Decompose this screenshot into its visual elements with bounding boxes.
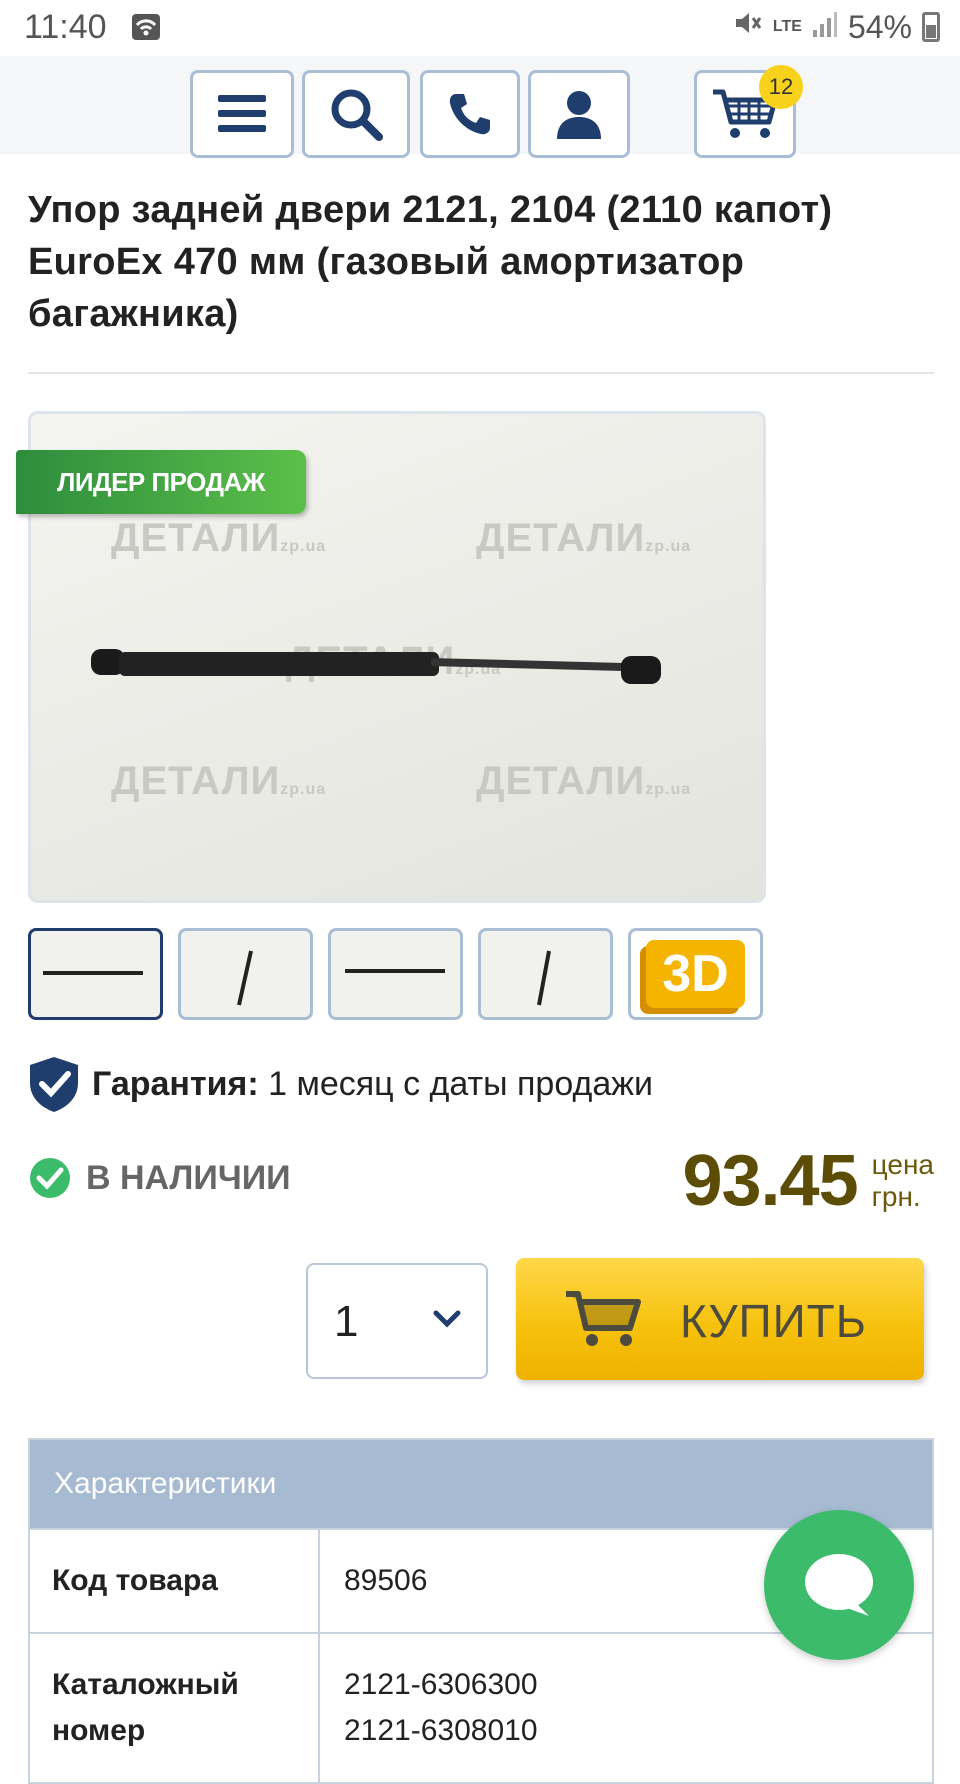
stock-status: В НАЛИЧИИ — [28, 1156, 291, 1200]
network-label: LTE — [772, 18, 802, 35]
watermark: ДЕТАЛИzp.ua — [111, 759, 327, 803]
cart-count-badge: 12 — [759, 65, 803, 109]
signal-icon — [812, 9, 838, 46]
spec-value: 2121-6306300 2121-6308010 — [344, 1668, 538, 1747]
account-button[interactable] — [528, 70, 630, 158]
search-icon — [331, 89, 383, 141]
status-time: 11:40 — [24, 8, 107, 46]
price-value: 93.45 — [682, 1141, 858, 1221]
bestseller-badge: ЛИДЕР ПРОДАЖ — [16, 450, 306, 514]
battery-icon — [922, 12, 940, 42]
guarantee-info: Гарантия: 1 месяц с даты продажи — [28, 1055, 653, 1113]
table-row: Каталожный номер 2121-6306300 2121-63080… — [30, 1632, 932, 1782]
chat-bubble-icon — [805, 1554, 873, 1616]
watermark: ДЕТАЛИzp.ua — [476, 759, 692, 803]
spec-key: Каталожный номер — [30, 1634, 320, 1782]
cart-icon — [566, 1291, 641, 1346]
buy-label: КУПИТЬ — [680, 1295, 867, 1347]
watermark: ДЕТАЛИzp.ua — [111, 516, 327, 560]
phone-icon — [449, 94, 490, 135]
shield-check-icon — [30, 1057, 78, 1112]
menu-button[interactable] — [190, 70, 294, 158]
gas-strut-image — [91, 649, 661, 684]
thumbnail-strip: 3D — [28, 928, 763, 1020]
price-block: 93.45 цена грн. — [682, 1140, 934, 1222]
status-bar: 11:40 LTE 54% — [0, 0, 960, 56]
buy-button[interactable]: КУПИТЬ — [516, 1258, 924, 1380]
cart-button[interactable]: 12 — [694, 65, 803, 158]
battery-percent: 54% — [847, 8, 912, 45]
specs-header: Характеристики — [30, 1440, 932, 1528]
thumbnail-1[interactable] — [28, 928, 163, 1020]
stock-label: В НАЛИЧИИ — [86, 1158, 291, 1197]
thumbnail-2[interactable] — [178, 928, 313, 1020]
guarantee-value: 1 месяц с даты продажи — [268, 1064, 653, 1103]
mute-icon — [733, 8, 763, 46]
quantity-value: 1 — [334, 1297, 359, 1346]
spec-value: 89506 — [344, 1564, 428, 1597]
thumbnail-4[interactable] — [478, 928, 613, 1020]
watermark: ДЕТАЛИzp.ua — [476, 516, 692, 560]
wifi-icon — [132, 14, 160, 40]
user-icon — [557, 91, 601, 139]
check-circle-icon — [30, 1158, 70, 1198]
menu-icon — [218, 95, 266, 132]
price-unit: цена грн. — [871, 1149, 934, 1212]
status-right: LTE 54% — [733, 8, 940, 46]
divider — [28, 372, 934, 374]
quantity-select[interactable]: 1 — [306, 1263, 488, 1379]
3d-icon: 3D — [646, 940, 745, 1008]
product-title: Упор задней двери 2121, 2104 (2110 капот… — [28, 189, 833, 335]
thumbnail-3d-view[interactable]: 3D — [628, 928, 763, 1020]
top-navigation: 12 — [0, 56, 960, 158]
guarantee-label: Гарантия: — [92, 1064, 259, 1103]
spec-key: Код товара — [30, 1530, 320, 1632]
thumbnail-3[interactable] — [328, 928, 463, 1020]
call-button[interactable] — [420, 70, 520, 158]
search-button[interactable] — [302, 70, 410, 158]
chat-button[interactable] — [764, 1510, 914, 1660]
chevron-down-icon — [433, 1310, 461, 1328]
